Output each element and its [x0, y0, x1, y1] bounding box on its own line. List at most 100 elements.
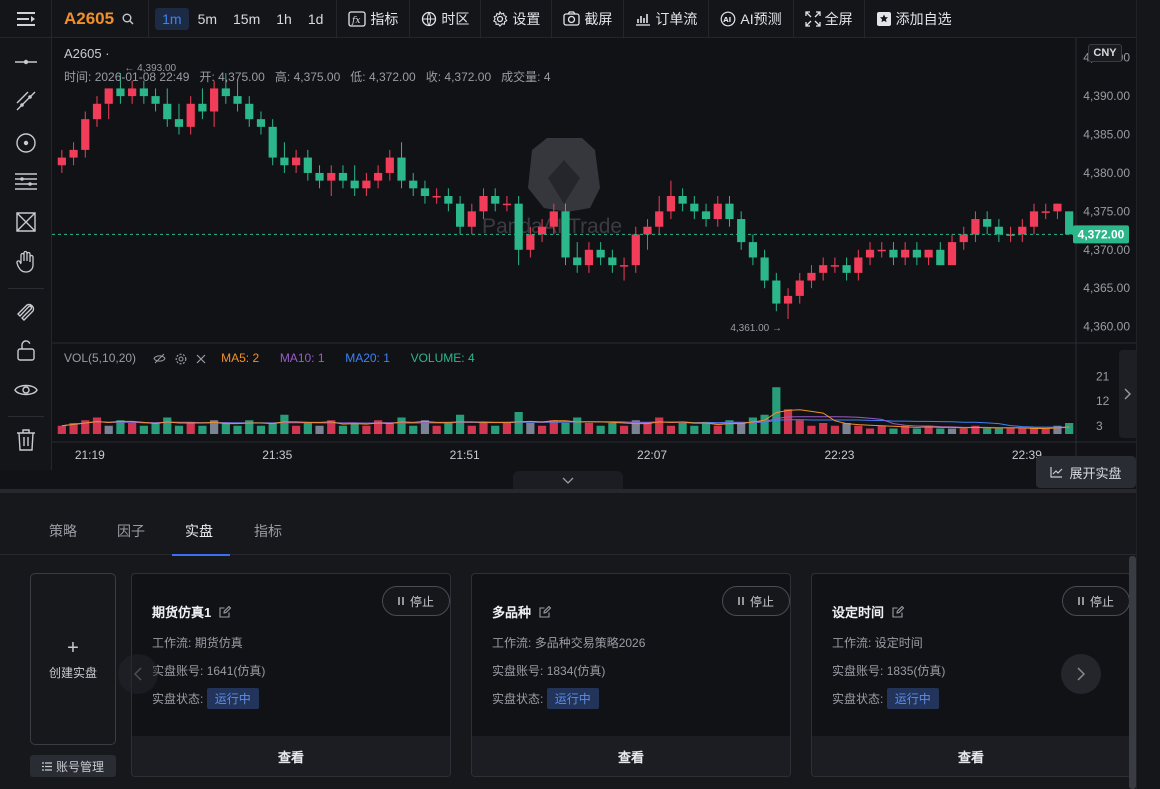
- panel-scrollbar[interactable]: [1129, 556, 1136, 789]
- lock-tool[interactable]: [0, 332, 52, 368]
- hand-tool[interactable]: [0, 244, 52, 280]
- interval-1m[interactable]: 1m: [155, 7, 189, 30]
- candle-body: [210, 88, 219, 112]
- tab-strategy[interactable]: 策略: [49, 521, 77, 541]
- volume-bar: [865, 428, 875, 434]
- order-flow-button[interactable]: 订单流: [624, 0, 710, 38]
- create-live-card[interactable]: + 创建实盘: [30, 573, 116, 745]
- candle-body: [151, 96, 160, 104]
- right-edge-panel: [1136, 0, 1160, 789]
- add-watchlist-button[interactable]: 添加自选: [865, 0, 963, 38]
- x-tick-label: 21:35: [262, 448, 292, 462]
- screenshot-button[interactable]: 截屏: [552, 0, 625, 38]
- status-badge: 运行中: [546, 688, 599, 709]
- trend-line-tool[interactable]: [0, 83, 52, 119]
- volume-bar: [1018, 428, 1027, 434]
- chart-area[interactable]: PandaAI Trade 4,372.00 4,395.004,390.004…: [52, 38, 1136, 470]
- visibility-tool[interactable]: [0, 372, 52, 408]
- stop-button[interactable]: 停止: [382, 586, 450, 616]
- magnet-tool[interactable]: [0, 292, 52, 328]
- interval-1h[interactable]: 1h: [269, 8, 299, 30]
- x-tick-label: 21:19: [75, 448, 105, 462]
- status-line: 实盘状态: 运行中: [152, 688, 259, 709]
- ai-predict-label: AI预测: [740, 10, 782, 27]
- volume-bar: [713, 425, 722, 434]
- fullscreen-button[interactable]: 全屏: [794, 0, 865, 38]
- candle-body: [174, 119, 184, 127]
- horizontal-line-tool[interactable]: [0, 44, 52, 80]
- indicator-button[interactable]: fx 指标: [337, 0, 411, 38]
- candle-body: [959, 234, 968, 243]
- interval-15m[interactable]: 15m: [226, 8, 267, 30]
- carousel-prev-button[interactable]: [118, 654, 158, 694]
- bottom-panel: 策略 因子 实盘 指标 + 创建实盘 账号管理 期货仿真1 停止 工作流: 期货…: [0, 489, 1136, 789]
- volume-bar: [983, 428, 992, 434]
- volume-bar: [912, 428, 921, 434]
- settings-label: 设置: [512, 10, 541, 27]
- volume-bar: [1006, 428, 1015, 434]
- carousel-next-button[interactable]: [1061, 654, 1101, 694]
- candle-body: [537, 226, 547, 235]
- active-tab-underline: [172, 554, 230, 556]
- interval-1d[interactable]: 1d: [301, 8, 331, 30]
- ma20-value: MA20: 1: [345, 351, 390, 365]
- candle-body: [292, 157, 301, 166]
- edit-icon[interactable]: [219, 605, 232, 618]
- candle-body: [385, 157, 394, 173]
- chevron-left-icon: [134, 667, 142, 681]
- x-tick-label: 22:07: [637, 448, 667, 462]
- settings-button[interactable]: 设置: [481, 0, 553, 38]
- edit-icon[interactable]: [892, 605, 905, 618]
- volume-bar: [139, 425, 148, 434]
- volume-bar: [444, 423, 453, 434]
- close-icon[interactable]: [196, 354, 206, 364]
- magnet-icon: [17, 303, 35, 321]
- volume-bar: [655, 417, 664, 434]
- candle-body: [455, 203, 465, 227]
- eye-slash-icon[interactable]: [153, 353, 166, 364]
- edit-icon[interactable]: [539, 605, 552, 618]
- candle-body: [655, 211, 664, 227]
- menu-button[interactable]: [0, 0, 52, 38]
- view-button[interactable]: 查看: [472, 736, 790, 776]
- tab-indicator[interactable]: 指标: [254, 521, 282, 541]
- price-chart[interactable]: PandaAI Trade 4,372.00 4,395.004,390.004…: [52, 38, 1136, 470]
- stop-button[interactable]: 停止: [1062, 586, 1130, 616]
- symbol-selector[interactable]: A2605: [52, 0, 150, 38]
- currency-badge[interactable]: CNY: [1088, 44, 1122, 62]
- timezone-button[interactable]: 时区: [410, 0, 482, 38]
- expand-live-button[interactable]: 展开实盘: [1036, 456, 1136, 488]
- live-card: 多品种 停止 工作流: 多品种交易策略2026 实盘账号: 1834(仿真) 实…: [471, 573, 791, 777]
- candle-body: [983, 219, 992, 227]
- target-icon: [16, 133, 36, 153]
- panel-collapse-handle[interactable]: [513, 471, 623, 489]
- volume-bar: [303, 423, 312, 434]
- fib-tool[interactable]: [0, 164, 52, 200]
- view-button[interactable]: 查看: [132, 736, 450, 776]
- candle-body: [608, 257, 617, 266]
- collapse-right-button[interactable]: [1119, 350, 1137, 438]
- gear-icon[interactable]: [175, 353, 187, 365]
- view-button[interactable]: 查看: [812, 736, 1130, 776]
- stop-button[interactable]: 停止: [722, 586, 790, 616]
- tab-factor[interactable]: 因子: [117, 521, 145, 541]
- account-manage-button[interactable]: 账号管理: [30, 755, 116, 777]
- ai-predict-button[interactable]: AI AI预测: [709, 0, 794, 38]
- status-badge: 运行中: [886, 688, 939, 709]
- pattern-tool[interactable]: [0, 204, 52, 240]
- candle-body: [854, 257, 863, 273]
- candle-body: [245, 103, 254, 120]
- volume-bar: [432, 425, 441, 434]
- volume-bar: [561, 423, 570, 434]
- tab-live[interactable]: 实盘: [185, 521, 213, 541]
- lock-icon: [17, 340, 35, 361]
- delete-tool[interactable]: [0, 422, 52, 458]
- interval-5m[interactable]: 5m: [191, 8, 224, 30]
- volume-bar: [959, 428, 968, 434]
- candle-body: [830, 265, 839, 267]
- volume-bar: [526, 423, 535, 434]
- y-tick-label: 4,380.00: [1083, 166, 1130, 180]
- volume-bar: [233, 425, 242, 434]
- candle-body: [842, 265, 851, 273]
- circle-tool[interactable]: [0, 125, 52, 161]
